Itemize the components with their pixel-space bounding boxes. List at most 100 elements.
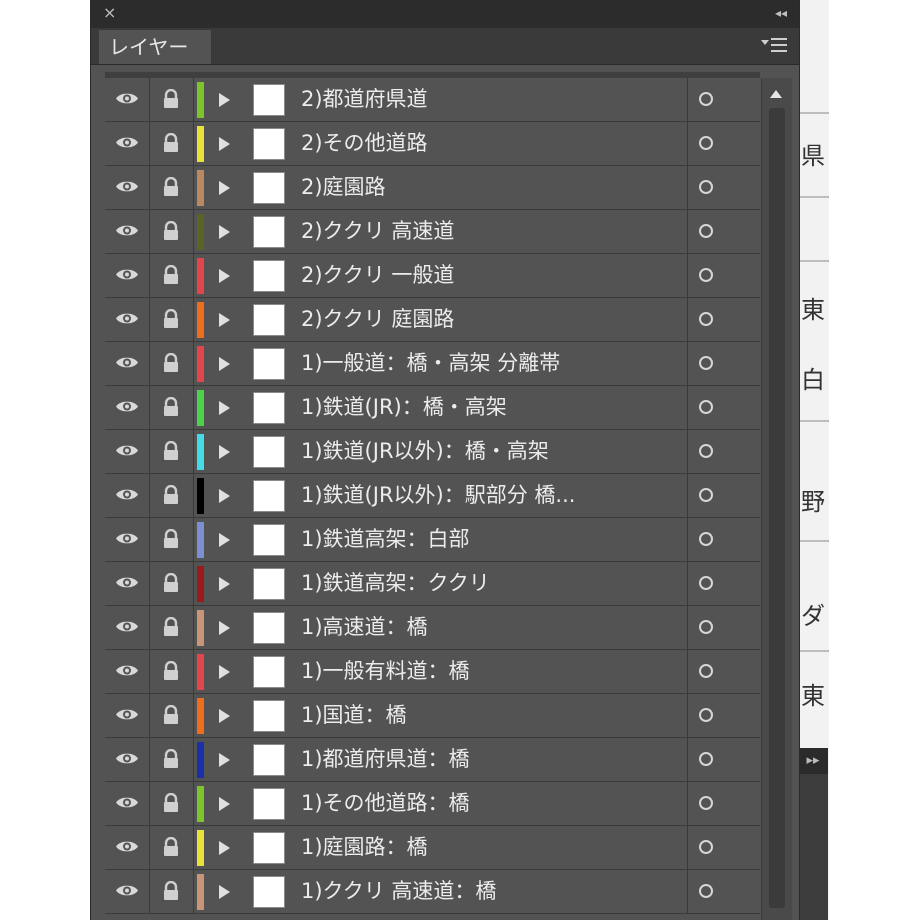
layer-name[interactable]: 1)国道：橋 [301, 694, 681, 737]
layer-row[interactable]: 2)ククリ 一般道 [105, 254, 760, 298]
target-circle-icon[interactable] [699, 488, 713, 502]
target-circle-icon[interactable] [699, 840, 713, 854]
layer-name[interactable]: 1)都道府県道：橋 [301, 738, 681, 781]
expand-arrow-icon[interactable] [219, 225, 230, 239]
visibility-toggle[interactable] [105, 122, 150, 165]
expand-arrow-icon[interactable] [219, 93, 230, 107]
layer-name[interactable]: 2)都道府県道 [301, 78, 681, 121]
layer-name[interactable]: 1)ククリ 高速道：橋 [301, 870, 681, 913]
layer-name[interactable]: 1)鉄道(JR以外)：駅部分 橋... [301, 474, 681, 517]
expand-panel-button[interactable]: ▸▸ [798, 748, 828, 774]
visibility-toggle[interactable] [105, 826, 150, 869]
visibility-toggle[interactable] [105, 78, 150, 121]
visibility-toggle[interactable] [105, 254, 150, 297]
target-circle-icon[interactable] [699, 312, 713, 326]
target-circle-icon[interactable] [699, 268, 713, 282]
layer-name[interactable]: 2)ククリ 高速道 [301, 210, 681, 253]
visibility-toggle[interactable] [105, 298, 150, 341]
expand-arrow-icon[interactable] [219, 621, 230, 635]
layer-row[interactable]: 1)都道府県道：橋 [105, 738, 760, 782]
target-circle-icon[interactable] [699, 664, 713, 678]
target-circle-icon[interactable] [699, 224, 713, 238]
expand-arrow-icon[interactable] [219, 665, 230, 679]
target-circle-icon[interactable] [699, 796, 713, 810]
target-circle-icon[interactable] [699, 576, 713, 590]
visibility-toggle[interactable] [105, 518, 150, 561]
target-circle-icon[interactable] [699, 708, 713, 722]
expand-arrow-icon[interactable] [219, 181, 230, 195]
visibility-toggle[interactable] [105, 474, 150, 517]
visibility-toggle[interactable] [105, 210, 150, 253]
layer-name[interactable]: 2)ククリ 庭園路 [301, 298, 681, 341]
visibility-toggle[interactable] [105, 606, 150, 649]
layer-name[interactable]: 2)その他道路 [301, 122, 681, 165]
layer-name[interactable]: 1)一般道：橋・高架 分離帯 [301, 342, 681, 385]
layer-row[interactable]: 2)都道府県道 [105, 78, 760, 122]
visibility-toggle[interactable] [105, 166, 150, 209]
scroll-up-icon[interactable] [770, 90, 782, 98]
layer-row[interactable]: 1)その他道路：橋 [105, 782, 760, 826]
target-circle-icon[interactable] [699, 180, 713, 194]
layer-name[interactable]: 1)庭園路：橋 [301, 826, 681, 869]
visibility-toggle[interactable] [105, 562, 150, 605]
layer-row[interactable]: 2)ククリ 高速道 [105, 210, 760, 254]
panel-menu-icon[interactable] [761, 36, 791, 56]
scroll-track[interactable] [769, 108, 785, 908]
layer-row[interactable]: 1)鉄道(JR)：橋・高架 [105, 386, 760, 430]
expand-arrow-icon[interactable] [219, 445, 230, 459]
layer-row[interactable]: 2)庭園路 [105, 166, 760, 210]
layer-row[interactable]: 1)国道：橋 [105, 694, 760, 738]
visibility-toggle[interactable] [105, 386, 150, 429]
visibility-toggle[interactable] [105, 650, 150, 693]
target-circle-icon[interactable] [699, 444, 713, 458]
layer-name[interactable]: 2)庭園路 [301, 166, 681, 209]
collapse-icon[interactable]: ◂◂ [775, 5, 787, 21]
visibility-toggle[interactable] [105, 870, 150, 913]
visibility-toggle[interactable] [105, 430, 150, 473]
target-circle-icon[interactable] [699, 752, 713, 766]
expand-arrow-icon[interactable] [219, 797, 230, 811]
expand-arrow-icon[interactable] [219, 489, 230, 503]
target-circle-icon[interactable] [699, 884, 713, 898]
target-circle-icon[interactable] [699, 92, 713, 106]
layer-row[interactable]: 2)ククリ 庭園路 [105, 298, 760, 342]
expand-arrow-icon[interactable] [219, 401, 230, 415]
expand-arrow-icon[interactable] [219, 357, 230, 371]
layer-list-scrollbar[interactable] [761, 78, 792, 920]
expand-arrow-icon[interactable] [219, 533, 230, 547]
layer-name[interactable]: 1)その他道路：橋 [301, 782, 681, 825]
expand-arrow-icon[interactable] [219, 753, 230, 767]
layer-row[interactable]: 1)鉄道高架：ククリ [105, 562, 760, 606]
layer-row[interactable]: 1)一般道：橋・高架 分離帯 [105, 342, 760, 386]
layer-name[interactable]: 2)ククリ 一般道 [301, 254, 681, 297]
expand-arrow-icon[interactable] [219, 313, 230, 327]
visibility-toggle[interactable] [105, 694, 150, 737]
visibility-toggle[interactable] [105, 782, 150, 825]
expand-arrow-icon[interactable] [219, 885, 230, 899]
expand-arrow-icon[interactable] [219, 841, 230, 855]
layer-row[interactable]: 1)ククリ 高速道：橋 [105, 870, 760, 914]
target-circle-icon[interactable] [699, 136, 713, 150]
visibility-toggle[interactable] [105, 738, 150, 781]
layer-row[interactable]: 1)鉄道高架：白部 [105, 518, 760, 562]
target-circle-icon[interactable] [699, 532, 713, 546]
expand-arrow-icon[interactable] [219, 709, 230, 723]
expand-arrow-icon[interactable] [219, 137, 230, 151]
layer-name[interactable]: 1)高速道：橋 [301, 606, 681, 649]
layer-name[interactable]: 1)鉄道(JR以外)：橋・高架 [301, 430, 681, 473]
layer-row[interactable]: 1)庭園路：橋 [105, 826, 760, 870]
expand-arrow-icon[interactable] [219, 269, 230, 283]
layer-name[interactable]: 1)鉄道高架：ククリ [301, 562, 681, 605]
layer-row[interactable]: 1)高速道：橋 [105, 606, 760, 650]
layer-row[interactable]: 2)その他道路 [105, 122, 760, 166]
layer-row[interactable]: 1)一般有料道：橋 [105, 650, 760, 694]
close-icon[interactable]: × [103, 4, 116, 22]
layer-name[interactable]: 1)鉄道(JR)：橋・高架 [301, 386, 681, 429]
expand-arrow-icon[interactable] [219, 577, 230, 591]
target-circle-icon[interactable] [699, 356, 713, 370]
layer-row[interactable]: 1)鉄道(JR以外)：橋・高架 [105, 430, 760, 474]
layer-name[interactable]: 1)一般有料道：橋 [301, 650, 681, 693]
layer-name[interactable]: 1)鉄道高架：白部 [301, 518, 681, 561]
visibility-toggle[interactable] [105, 342, 150, 385]
layer-row[interactable]: 1)鉄道(JR以外)：駅部分 橋... [105, 474, 760, 518]
